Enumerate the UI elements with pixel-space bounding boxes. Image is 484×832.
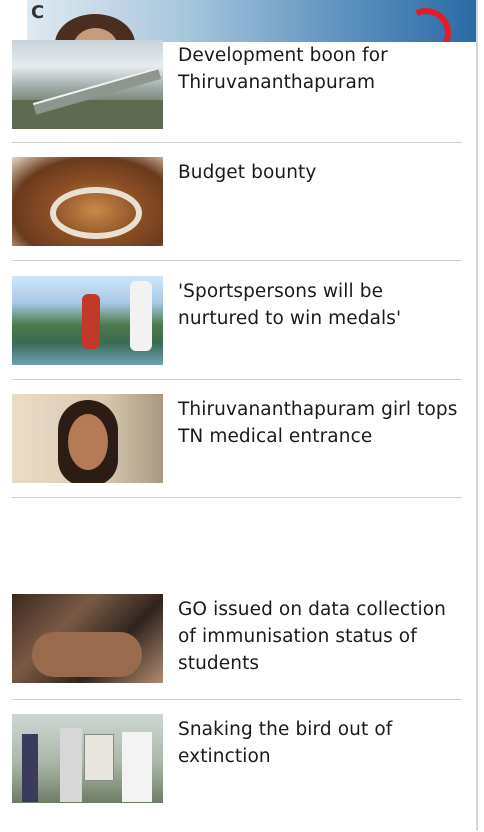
divider	[12, 379, 462, 380]
ad-banner[interactable]	[27, 0, 477, 42]
article-thumbnail[interactable]	[12, 40, 163, 129]
list-item[interactable]: Thiruvananthapuram girl tops TN medical …	[12, 394, 462, 512]
article-title[interactable]: Thiruvananthapuram girl tops TN medical …	[178, 396, 463, 450]
article-thumbnail[interactable]	[12, 594, 163, 683]
divider	[12, 142, 462, 143]
list-item[interactable]: Budget bounty	[12, 157, 462, 275]
divider	[12, 699, 462, 700]
article-title[interactable]: GO issued on data collection of immunisa…	[178, 596, 463, 677]
list-item[interactable]: GO issued on data collection of immunisa…	[12, 594, 462, 712]
scroll-edge	[476, 0, 478, 831]
list-item[interactable]: Development boon for Thiruvananthapuram	[12, 40, 462, 158]
article-thumbnail[interactable]	[12, 276, 163, 365]
ad-image	[55, 14, 135, 42]
article-title[interactable]: Development boon for Thiruvananthapuram	[178, 42, 463, 96]
article-thumbnail[interactable]	[12, 394, 163, 483]
list-item[interactable]: Snaking the bird out of extinction	[12, 714, 462, 832]
brand-logo	[393, 0, 459, 42]
article-thumbnail[interactable]	[12, 714, 163, 803]
divider	[12, 260, 462, 261]
divider	[12, 497, 462, 498]
refresh-icon[interactable]: C	[31, 4, 44, 22]
article-title[interactable]: 'Sportspersons will be nurtured to win m…	[178, 278, 463, 332]
article-title[interactable]: Budget bounty	[178, 159, 463, 186]
list-item[interactable]: 'Sportspersons will be nurtured to win m…	[12, 276, 462, 394]
article-thumbnail[interactable]	[12, 157, 163, 246]
article-title[interactable]: Snaking the bird out of extinction	[178, 716, 463, 770]
